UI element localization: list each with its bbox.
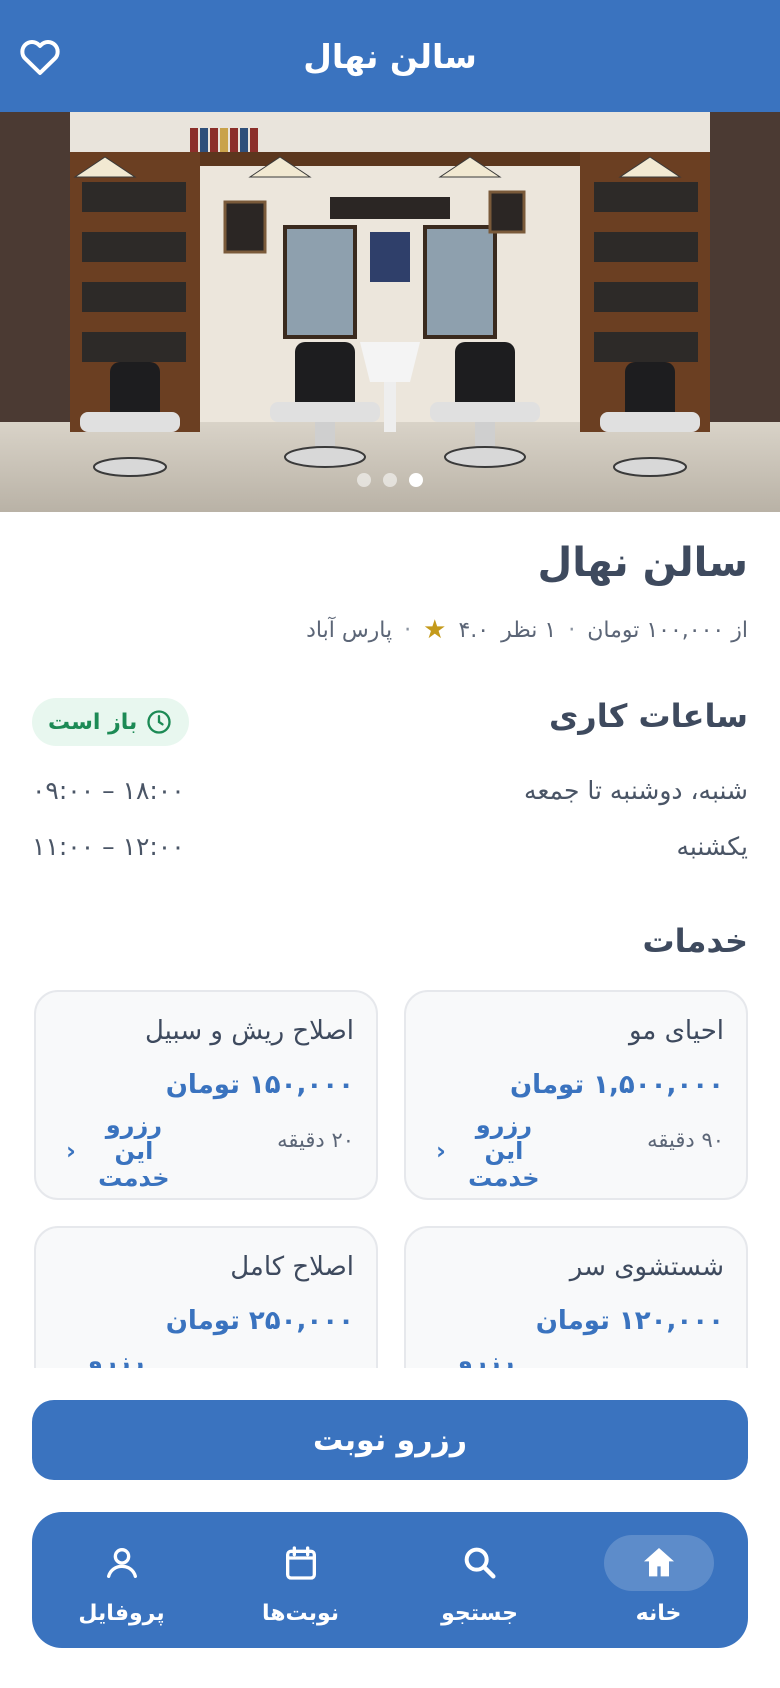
meta-separator: · (568, 617, 576, 643)
user-icon (106, 1547, 137, 1578)
book-service-label: رزرو این خدمت (468, 1111, 540, 1192)
service-price: ۱۵۰,۰۰۰ تومان (165, 1070, 354, 1100)
favorite-button[interactable] (16, 32, 64, 80)
nav-home[interactable]: خانه (574, 1534, 744, 1626)
barbershop-photo (0, 112, 780, 512)
nav-profile[interactable]: پروفایل (37, 1535, 207, 1626)
carousel-dots[interactable] (0, 473, 780, 487)
clock-icon (147, 710, 171, 734)
book-service-label: رزرو این خدمت (98, 1111, 170, 1192)
nav-label: جستجو (441, 1600, 518, 1626)
book-service-button[interactable]: رزرو این خدمت ‹ (436, 1112, 554, 1191)
chevron-left-icon: ‹ (66, 1137, 76, 1166)
book-appointment-button[interactable]: رزرو نوبت (32, 1400, 748, 1480)
service-name: شستشوی سر (569, 1252, 724, 1282)
price-from: از ۱۰۰,۰۰۰ تومان (587, 617, 748, 643)
hero-image[interactable] (0, 112, 780, 512)
nav-label: خانه (635, 1600, 682, 1626)
hours-time: ۰۹:۰۰ – ۱۸:۰۰ (32, 775, 185, 805)
review-count[interactable]: ۱ نظر (501, 618, 556, 643)
hours-days: یکشنبه (676, 831, 748, 861)
hours-title: ساعات کاری (548, 697, 748, 735)
search-icon (464, 1547, 495, 1578)
app-bar: سالن نهال (0, 0, 780, 112)
open-status-badge: باز است (32, 698, 190, 746)
heart-icon (20, 39, 60, 75)
service-card[interactable]: اصلاح ریش و سبیل ۱۵۰,۰۰۰ تومان ۲۰ دقیقه … (34, 990, 378, 1200)
service-price: ۱,۵۰۰,۰۰۰ تومان (509, 1070, 724, 1100)
calendar-icon (285, 1545, 316, 1580)
hours-time: ۱۱:۰۰ – ۱۲:۰۰ (32, 831, 185, 861)
service-duration: ۲۰ دقیقه (277, 1128, 354, 1152)
nav-appointments[interactable]: نوبت‌ها (216, 1535, 386, 1626)
nav-search[interactable]: جستجو (395, 1535, 565, 1626)
hours-row: ۱۱:۰۰ – ۱۲:۰۰ یکشنبه (32, 826, 748, 866)
chevron-left-icon: ‹ (436, 1137, 446, 1166)
service-name: اصلاح ریش و سبیل (144, 1016, 354, 1046)
book-service-button[interactable]: رزرو این خدمت ‹ (66, 1112, 184, 1191)
star-icon: ★ (423, 615, 447, 645)
scroll-edge (0, 1368, 780, 1398)
carousel-dot[interactable] (383, 473, 397, 487)
service-name: احیای مو (628, 1016, 724, 1046)
rating-value: ۴.۰ (458, 617, 490, 643)
bottom-nav: خانه جستجو نوبت‌ها پروفایل (32, 1512, 748, 1648)
service-price: ۱۲۰,۰۰۰ تومان (535, 1306, 724, 1336)
location-text: پارس آباد (306, 617, 393, 643)
salon-meta: پارس آباد · ★ ۴.۰ ۱ نظر · از ۱۰۰,۰۰۰ توم… (306, 615, 748, 645)
nav-label: پروفایل (78, 1600, 165, 1626)
service-duration: ۹۰ دقیقه (647, 1128, 724, 1152)
status-label: باز است (48, 709, 138, 735)
services-title: خدمات (642, 922, 748, 960)
service-card[interactable]: احیای مو ۱,۵۰۰,۰۰۰ تومان ۹۰ دقیقه رزرو ا… (404, 990, 748, 1200)
app-title: سالن نهال (303, 36, 477, 76)
hours-days: شنبه، دوشنبه تا جمعه (524, 775, 748, 805)
service-name: اصلاح کامل (230, 1252, 354, 1282)
salon-name: سالن نهال (537, 540, 748, 586)
service-price: ۲۵۰,۰۰۰ تومان (165, 1306, 354, 1336)
carousel-dot[interactable] (357, 473, 371, 487)
hours-row: ۰۹:۰۰ – ۱۸:۰۰ شنبه، دوشنبه تا جمعه (32, 770, 748, 810)
home-icon (643, 1547, 674, 1576)
meta-separator: · (404, 617, 412, 643)
nav-label: نوبت‌ها (261, 1600, 340, 1626)
carousel-dot-active[interactable] (409, 473, 423, 487)
